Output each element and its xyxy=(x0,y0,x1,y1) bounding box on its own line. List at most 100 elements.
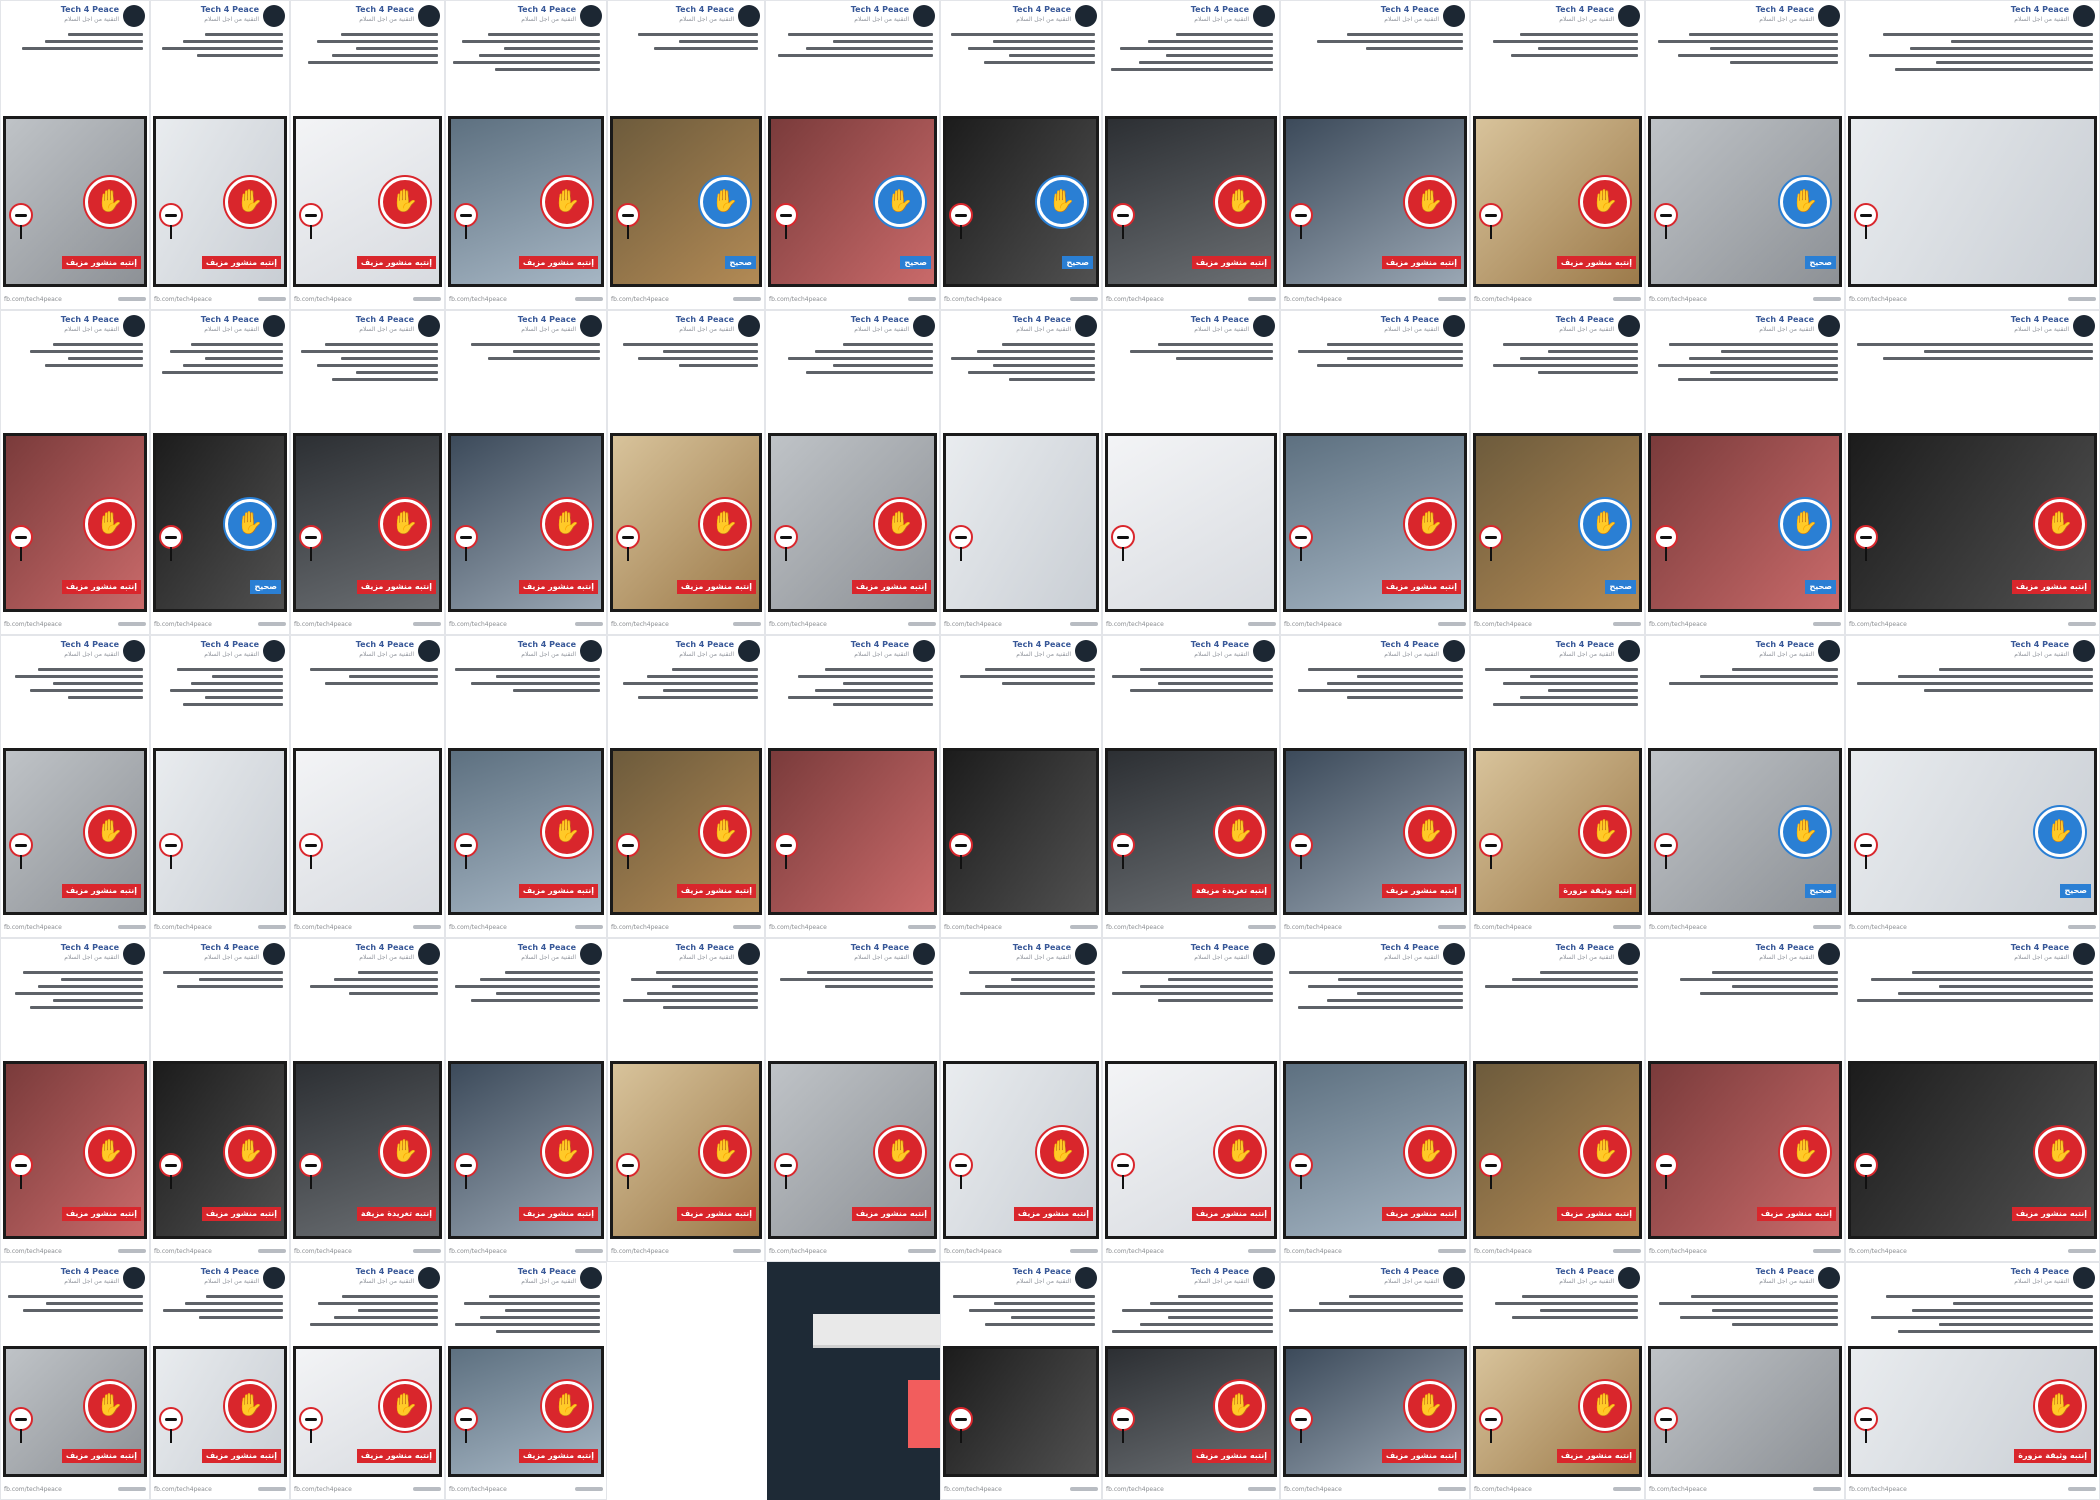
page-avatar[interactable] xyxy=(263,1267,285,1289)
page-avatar[interactable] xyxy=(1818,640,1840,662)
page-avatar[interactable] xyxy=(1618,640,1640,662)
page-avatar[interactable] xyxy=(1618,943,1640,965)
post-card[interactable]: Tech 4 Peace التقنية من اجل السلام ✋ إنتبه … xyxy=(1280,1262,1470,1500)
page-avatar[interactable] xyxy=(263,315,285,337)
page-name[interactable]: Tech 4 Peace xyxy=(2011,640,2069,649)
page-name[interactable]: Tech 4 Peace xyxy=(61,640,119,649)
page-name[interactable]: Tech 4 Peace xyxy=(2011,5,2069,14)
post-image[interactable] xyxy=(768,748,937,915)
post-image[interactable] xyxy=(943,748,1099,915)
page-name[interactable]: Tech 4 Peace xyxy=(518,5,576,14)
page-name[interactable]: Tech 4 Peace xyxy=(1381,315,1439,324)
post-card[interactable]: Tech 4 Peace التقنية من اجل السلام ✋ صحيح fb… xyxy=(1645,635,1845,938)
page-name[interactable]: Tech 4 Peace xyxy=(1191,315,1249,324)
post-card[interactable]: Tech 4 Peace التقنية من اجل السلام ✋ إنتبه … xyxy=(1102,0,1280,310)
post-card[interactable]: Tech 4 Peace التقنية من اجل السلام ✋ إنتبه … xyxy=(1470,635,1645,938)
page-avatar[interactable] xyxy=(1253,5,1275,27)
page-name[interactable]: Tech 4 Peace xyxy=(1556,1267,1614,1276)
page-avatar[interactable] xyxy=(738,943,760,965)
page-avatar[interactable] xyxy=(1618,315,1640,337)
post-card[interactable]: Tech 4 Peace التقنية من اجل السلام ✋ إنتبه … xyxy=(0,1262,150,1500)
post-card[interactable]: Tech 4 Peace التقنية من اجل السلام ✋ صحيح fb… xyxy=(607,0,765,310)
page-name[interactable]: Tech 4 Peace xyxy=(1381,943,1439,952)
page-name[interactable]: Tech 4 Peace xyxy=(1013,1267,1071,1276)
page-avatar[interactable] xyxy=(418,943,440,965)
post-card[interactable]: Tech 4 Peace التقنية من اجل السلام fb.com/… xyxy=(940,1262,1102,1500)
page-name[interactable]: Tech 4 Peace xyxy=(61,315,119,324)
page-name[interactable]: Tech 4 Peace xyxy=(1756,1267,1814,1276)
page-name[interactable]: Tech 4 Peace xyxy=(1756,640,1814,649)
page-avatar[interactable] xyxy=(2073,1267,2095,1289)
page-name[interactable]: Tech 4 Peace xyxy=(356,315,414,324)
post-card[interactable]: Tech 4 Peace التقنية من اجل السلام ✋ إنتبه … xyxy=(445,635,607,938)
page-avatar[interactable] xyxy=(123,943,145,965)
page-avatar[interactable] xyxy=(263,5,285,27)
post-card[interactable]: Tech 4 Peace التقنية من اجل السلام ✋ إنتبه … xyxy=(150,1262,290,1500)
page-avatar[interactable] xyxy=(913,640,935,662)
post-card[interactable]: Tech 4 Peace التقنية من اجل السلام ✋ صحيح fb… xyxy=(940,0,1102,310)
page-name[interactable]: Tech 4 Peace xyxy=(61,5,119,14)
post-card[interactable]: Tech 4 Peace التقنية من اجل السلام ✋ إنتبه … xyxy=(1470,1262,1645,1500)
page-name[interactable]: Tech 4 Peace xyxy=(1013,943,1071,952)
post-card[interactable]: Tech 4 Peace التقنية من اجل السلام ✋ صحيح fb… xyxy=(765,0,940,310)
post-card[interactable]: Tech 4 Peace التقنية من اجل السلام ✋ إنتبه … xyxy=(445,1262,607,1500)
page-avatar[interactable] xyxy=(123,1267,145,1289)
page-name[interactable]: Tech 4 Peace xyxy=(1756,943,1814,952)
page-name[interactable]: Tech 4 Peace xyxy=(1381,640,1439,649)
post-card[interactable]: Tech 4 Peace التقنية من اجل السلام ✋ إنتبه … xyxy=(445,938,607,1262)
page-name[interactable]: Tech 4 Peace xyxy=(61,1267,119,1276)
page-avatar[interactable] xyxy=(1818,315,1840,337)
page-name[interactable]: Tech 4 Peace xyxy=(356,5,414,14)
post-card[interactable]: Tech 4 Peace التقنية من اجل السلام ✋ إنتبه … xyxy=(1845,938,2100,1262)
page-avatar[interactable] xyxy=(1253,1267,1275,1289)
post-card[interactable]: Tech 4 Peace التقنية من اجل السلام ✋ إنتبه … xyxy=(1102,938,1280,1262)
page-name[interactable]: Tech 4 Peace xyxy=(2011,1267,2069,1276)
page-avatar[interactable] xyxy=(1075,1267,1097,1289)
page-name[interactable]: Tech 4 Peace xyxy=(201,5,259,14)
post-card[interactable]: Tech 4 Peace التقنية من اجل السلام ✋ إنتبه … xyxy=(290,0,445,310)
page-avatar[interactable] xyxy=(738,5,760,27)
page-avatar[interactable] xyxy=(2073,315,2095,337)
page-name[interactable]: Tech 4 Peace xyxy=(851,5,909,14)
post-card[interactable]: Tech 4 Peace التقنية من اجل السلام ✋ إنتبه … xyxy=(1280,938,1470,1262)
post-card[interactable]: Tech 4 Peace التقنية من اجل السلام fb.com/… xyxy=(290,635,445,938)
page-name[interactable]: Tech 4 Peace xyxy=(676,640,734,649)
page-avatar[interactable] xyxy=(418,315,440,337)
post-card[interactable]: Tech 4 Peace التقنية من اجل السلام ✋ إنتبه … xyxy=(1102,1262,1280,1500)
page-name[interactable]: Tech 4 Peace xyxy=(1381,5,1439,14)
post-card[interactable]: Tech 4 Peace التقنية من اجل السلام ✋ إنتبه … xyxy=(290,938,445,1262)
post-image[interactable] xyxy=(153,748,287,915)
page-name[interactable]: Tech 4 Peace xyxy=(676,5,734,14)
page-name[interactable]: Tech 4 Peace xyxy=(1191,943,1249,952)
page-name[interactable]: Tech 4 Peace xyxy=(201,640,259,649)
page-avatar[interactable] xyxy=(1818,1267,1840,1289)
post-card[interactable]: Tech 4 Peace التقنية من اجل السلام ✋ إنتبه … xyxy=(940,938,1102,1262)
page-name[interactable]: Tech 4 Peace xyxy=(1013,640,1071,649)
page-avatar[interactable] xyxy=(1443,1267,1465,1289)
page-avatar[interactable] xyxy=(1075,5,1097,27)
page-avatar[interactable] xyxy=(263,943,285,965)
page-name[interactable]: Tech 4 Peace xyxy=(1191,1267,1249,1276)
page-name[interactable]: Tech 4 Peace xyxy=(1756,315,1814,324)
page-name[interactable]: Tech 4 Peace xyxy=(356,1267,414,1276)
page-name[interactable]: Tech 4 Peace xyxy=(1191,5,1249,14)
post-card[interactable]: Tech 4 Peace التقنية من اجل السلام ✋ إنتبه … xyxy=(607,938,765,1262)
page-avatar[interactable] xyxy=(738,640,760,662)
page-avatar[interactable] xyxy=(1253,943,1275,965)
post-card[interactable]: Tech 4 Peace التقنية من اجل السلام fb.com/… xyxy=(1102,310,1280,635)
page-avatar[interactable] xyxy=(738,315,760,337)
page-avatar[interactable] xyxy=(418,1267,440,1289)
post-card[interactable]: Tech 4 Peace التقنية من اجل السلام ✋ صحيح fb… xyxy=(1645,310,1845,635)
post-image[interactable] xyxy=(1848,116,2097,287)
page-avatar[interactable] xyxy=(418,640,440,662)
page-name[interactable]: Tech 4 Peace xyxy=(1556,943,1614,952)
page-name[interactable]: Tech 4 Peace xyxy=(2011,943,2069,952)
page-name[interactable]: Tech 4 Peace xyxy=(1381,1267,1439,1276)
page-avatar[interactable] xyxy=(1818,943,1840,965)
post-card[interactable]: Tech 4 Peace التقنية من اجل السلام ✋ إنتبه … xyxy=(0,310,150,635)
page-name[interactable]: Tech 4 Peace xyxy=(1556,315,1614,324)
page-avatar[interactable] xyxy=(580,943,602,965)
page-avatar[interactable] xyxy=(580,5,602,27)
post-image[interactable] xyxy=(1648,1346,1842,1477)
post-card[interactable]: Tech 4 Peace التقنية من اجل السلام ✋ إنتبه … xyxy=(0,938,150,1262)
